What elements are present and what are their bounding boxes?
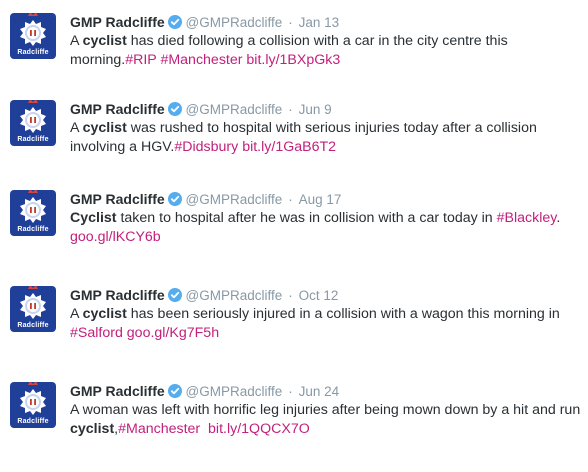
avatar[interactable]: Radcliffe [10,190,56,236]
separator: · [288,15,293,30]
tweet-text-segment: . [556,210,565,226]
avatar-label: Radcliffe [17,322,49,329]
tweet-date[interactable]: Jun 24 [299,384,340,399]
url-link[interactable]: bit.ly/1QQCX7O [208,421,310,437]
tweet-header: GMP Radcliffe @GMPRadcliffe · Jun 24 [70,382,339,400]
tweet[interactable]: Radcliffe GMP Radcliffe @GMPRadcliffe · … [0,286,588,376]
account-handle[interactable]: @GMPRadcliffe [186,384,283,399]
account-handle[interactable]: @GMPRadcliffe [186,102,283,117]
url-link[interactable]: bit.ly/1BXpGk3 [246,52,340,68]
avatar-label: Radcliffe [17,49,49,56]
tweet[interactable]: Radcliffe GMP Radcliffe @GMPRadcliffe · … [0,190,588,280]
avatar[interactable]: Radcliffe [10,13,56,59]
url-link[interactable]: goo.gl/lKCY6b [70,229,161,245]
hashtag-link[interactable]: #Blackley [497,210,557,226]
separator: · [288,288,293,303]
avatar-label: Radcliffe [17,136,49,143]
keyword-highlight: cyclist [82,306,127,322]
verified-badge-icon [167,192,182,206]
hashtag-link[interactable]: #Salford [70,325,123,341]
tweet-header: GMP Radcliffe @GMPRadcliffe · Oct 12 [70,286,338,304]
tweet-header: GMP Radcliffe @GMPRadcliffe · Aug 17 [70,190,341,208]
account-name[interactable]: GMP Radcliffe [70,14,165,30]
tweet-date[interactable]: Jan 13 [299,15,340,30]
keyword-highlight: cyclist [70,420,115,437]
avatar-label: Radcliffe [17,418,49,425]
url-link[interactable]: goo.gl/Kg7F5h [127,325,219,341]
hashtag-link[interactable]: #Didsbury [174,139,238,155]
tweet-text-segment [200,421,208,437]
tweet[interactable]: Radcliffe GMP Radcliffe @GMPRadcliffe · … [0,13,588,103]
tweet-text-segment: A [70,306,83,322]
avatar[interactable]: Radcliffe [10,382,56,428]
keyword-highlight: cyclist [82,120,127,136]
tweet-text-segment: A woman was left with horrific leg injur… [70,402,585,418]
tweet[interactable]: Radcliffe GMP Radcliffe @GMPRadcliffe · … [0,100,588,190]
account-name[interactable]: GMP Radcliffe [70,191,165,207]
avatar[interactable]: Radcliffe [10,286,56,332]
verified-badge-icon [167,102,182,116]
account-name[interactable]: GMP Radcliffe [70,383,165,399]
tweet-header: GMP Radcliffe @GMPRadcliffe · Jan 13 [70,13,339,31]
verified-badge-icon [167,288,182,302]
tweet-text: A cyclist was rushed to hospital with se… [70,119,582,156]
verified-badge-icon [167,384,182,398]
separator: · [288,384,293,399]
tweet-date[interactable]: Jun 9 [299,102,332,117]
tweet-text: A cyclist has been seriously injured in … [70,305,582,342]
verified-badge-icon [167,15,182,29]
separator: · [288,102,293,117]
tweet-date[interactable]: Oct 12 [299,288,339,303]
account-handle[interactable]: @GMPRadcliffe [186,288,283,303]
tweet[interactable]: Radcliffe GMP Radcliffe @GMPRadcliffe · … [0,382,588,472]
tweet-text: A woman was left with horrific leg injur… [70,401,582,438]
tweet-text-segment: A [70,120,83,136]
hashtag-link[interactable]: #RIP [125,52,156,68]
account-name[interactable]: GMP Radcliffe [70,287,165,303]
tweet-date[interactable]: Aug 17 [299,192,342,207]
url-link[interactable]: bit.ly/1GaB6T2 [242,139,336,155]
separator: · [288,192,293,207]
hashtag-link[interactable]: #Manchester [118,421,200,437]
tweet-text: A cyclist has died following a collision… [70,32,582,69]
avatar-label: Radcliffe [17,226,49,233]
account-name[interactable]: GMP Radcliffe [70,101,165,117]
keyword-highlight: Cyclist [70,210,117,226]
tweet-text-segment: has been seriously injured in a collisio… [126,306,564,322]
tweet-text-segment: taken to hospital after he was in collis… [116,210,497,226]
account-handle[interactable]: @GMPRadcliffe [186,15,283,30]
keyword-highlight: cyclist [82,33,127,49]
avatar[interactable]: Radcliffe [10,100,56,146]
account-handle[interactable]: @GMPRadcliffe [186,192,283,207]
hashtag-link[interactable]: #Manchester [160,52,242,68]
tweet-text: Cyclist taken to hospital after he was i… [70,209,582,246]
tweet-text-segment: A [70,33,83,49]
tweet-header: GMP Radcliffe @GMPRadcliffe · Jun 9 [70,100,332,118]
